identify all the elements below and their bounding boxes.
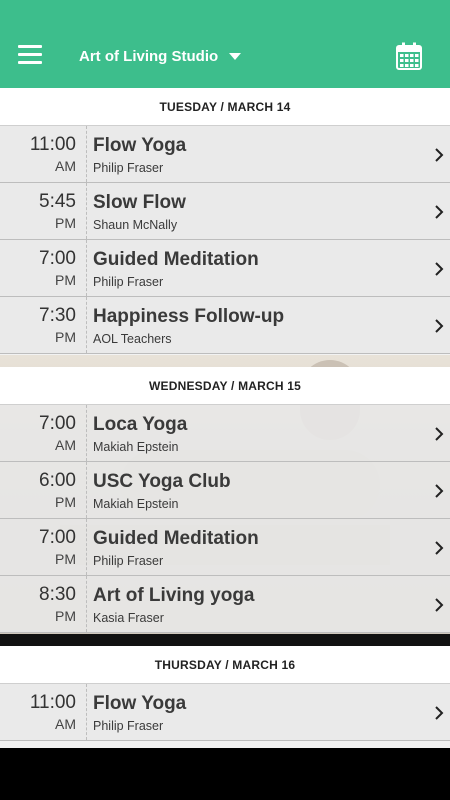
class-teacher: Makiah Epstein — [93, 497, 179, 511]
class-ampm: AM — [55, 158, 76, 174]
class-ampm: PM — [55, 494, 76, 510]
chevron-right-icon — [435, 148, 444, 162]
day-header: WEDNESDAY / MARCH 15 — [0, 367, 450, 405]
day-section: WEDNESDAY / MARCH 15 7:00 AM Loca Yoga M… — [0, 367, 450, 633]
row-divider — [86, 126, 87, 182]
class-title: Flow Yoga — [93, 693, 187, 714]
app-header: Art of Living Studio — [0, 0, 450, 88]
class-title: Happiness Follow-up — [93, 306, 285, 327]
class-teacher: Philip Fraser — [93, 554, 164, 568]
studio-name: Art of Living Studio — [79, 48, 219, 65]
chevron-right-icon — [435, 205, 444, 219]
class-ampm: PM — [55, 215, 76, 231]
class-teacher: Kasia Fraser — [93, 611, 164, 625]
chevron-right-icon — [435, 262, 444, 276]
class-teacher: Philip Fraser — [93, 161, 164, 175]
class-title: Guided Meditation — [93, 249, 259, 270]
class-row[interactable]: 7:00 AM Loca Yoga Makiah Epstein — [0, 405, 450, 462]
day-header: THURSDAY / MARCH 16 — [0, 646, 450, 684]
menu-icon[interactable] — [18, 45, 42, 65]
chevron-right-icon — [435, 706, 444, 720]
studio-selector[interactable]: Art of Living Studio — [79, 48, 242, 65]
section-separator — [0, 634, 450, 646]
row-divider — [86, 576, 87, 632]
day-section: THURSDAY / MARCH 16 11:00 AM Flow Yoga P… — [0, 646, 450, 741]
class-ampm: PM — [55, 329, 76, 345]
class-time: 8:30 — [39, 584, 76, 605]
class-row[interactable]: 11:00 AM Flow Yoga Philip Fraser — [0, 126, 450, 183]
class-teacher: Makiah Epstein — [93, 440, 179, 454]
class-row[interactable]: 6:00 PM USC Yoga Club Makiah Epstein — [0, 462, 450, 519]
class-teacher: Philip Fraser — [93, 275, 164, 289]
day-section: TUESDAY / MARCH 14 11:00 AM Flow Yoga Ph… — [0, 88, 450, 354]
row-divider — [86, 684, 87, 740]
chevron-right-icon — [435, 598, 444, 612]
class-teacher: AOL Teachers — [93, 332, 172, 346]
class-ampm: AM — [55, 716, 76, 732]
class-title: Art of Living yoga — [93, 585, 255, 606]
class-title: Guided Meditation — [93, 528, 259, 549]
class-time: 7:00 — [39, 248, 76, 269]
class-title: USC Yoga Club — [93, 471, 231, 492]
app-screen: Art of Living Studio TUESDAY / MARCH 14 … — [0, 0, 450, 748]
day-header: TUESDAY / MARCH 14 — [0, 88, 450, 126]
class-time: 5:45 — [39, 191, 76, 212]
class-ampm: PM — [55, 272, 76, 288]
class-time: 11:00 — [29, 692, 76, 713]
class-title: Loca Yoga — [93, 414, 188, 435]
class-teacher: Philip Fraser — [93, 719, 164, 733]
class-title: Slow Flow — [93, 192, 186, 213]
row-divider — [86, 519, 87, 575]
row-divider — [86, 183, 87, 239]
class-row[interactable]: 5:45 PM Slow Flow Shaun McNally — [0, 183, 450, 240]
chevron-right-icon — [435, 427, 444, 441]
class-time: 7:00 — [39, 527, 76, 548]
class-teacher: Shaun McNally — [93, 218, 178, 232]
class-time: 6:00 — [39, 470, 76, 491]
class-ampm: PM — [55, 608, 76, 624]
class-time: 7:00 — [39, 413, 76, 434]
calendar-icon[interactable] — [396, 42, 422, 70]
class-time: 11:00 — [29, 134, 76, 155]
class-row[interactable]: 7:00 PM Guided Meditation Philip Fraser — [0, 519, 450, 576]
chevron-right-icon — [435, 319, 444, 333]
chevron-right-icon — [435, 541, 444, 555]
row-divider — [86, 462, 87, 518]
class-ampm: PM — [55, 551, 76, 567]
class-ampm: AM — [55, 437, 76, 453]
chevron-right-icon — [435, 484, 444, 498]
row-divider — [86, 240, 87, 296]
class-row[interactable]: 7:30 PM Happiness Follow-up AOL Teachers — [0, 297, 450, 354]
row-divider — [86, 297, 87, 353]
class-title: Flow Yoga — [93, 135, 187, 156]
class-row[interactable]: 8:30 PM Art of Living yoga Kasia Fraser — [0, 576, 450, 633]
class-row[interactable]: 7:00 PM Guided Meditation Philip Fraser — [0, 240, 450, 297]
class-time: 7:30 — [39, 305, 76, 326]
row-divider — [86, 405, 87, 461]
dropdown-caret-icon — [229, 53, 242, 60]
class-row[interactable]: 11:00 AM Flow Yoga Philip Fraser — [0, 684, 450, 741]
